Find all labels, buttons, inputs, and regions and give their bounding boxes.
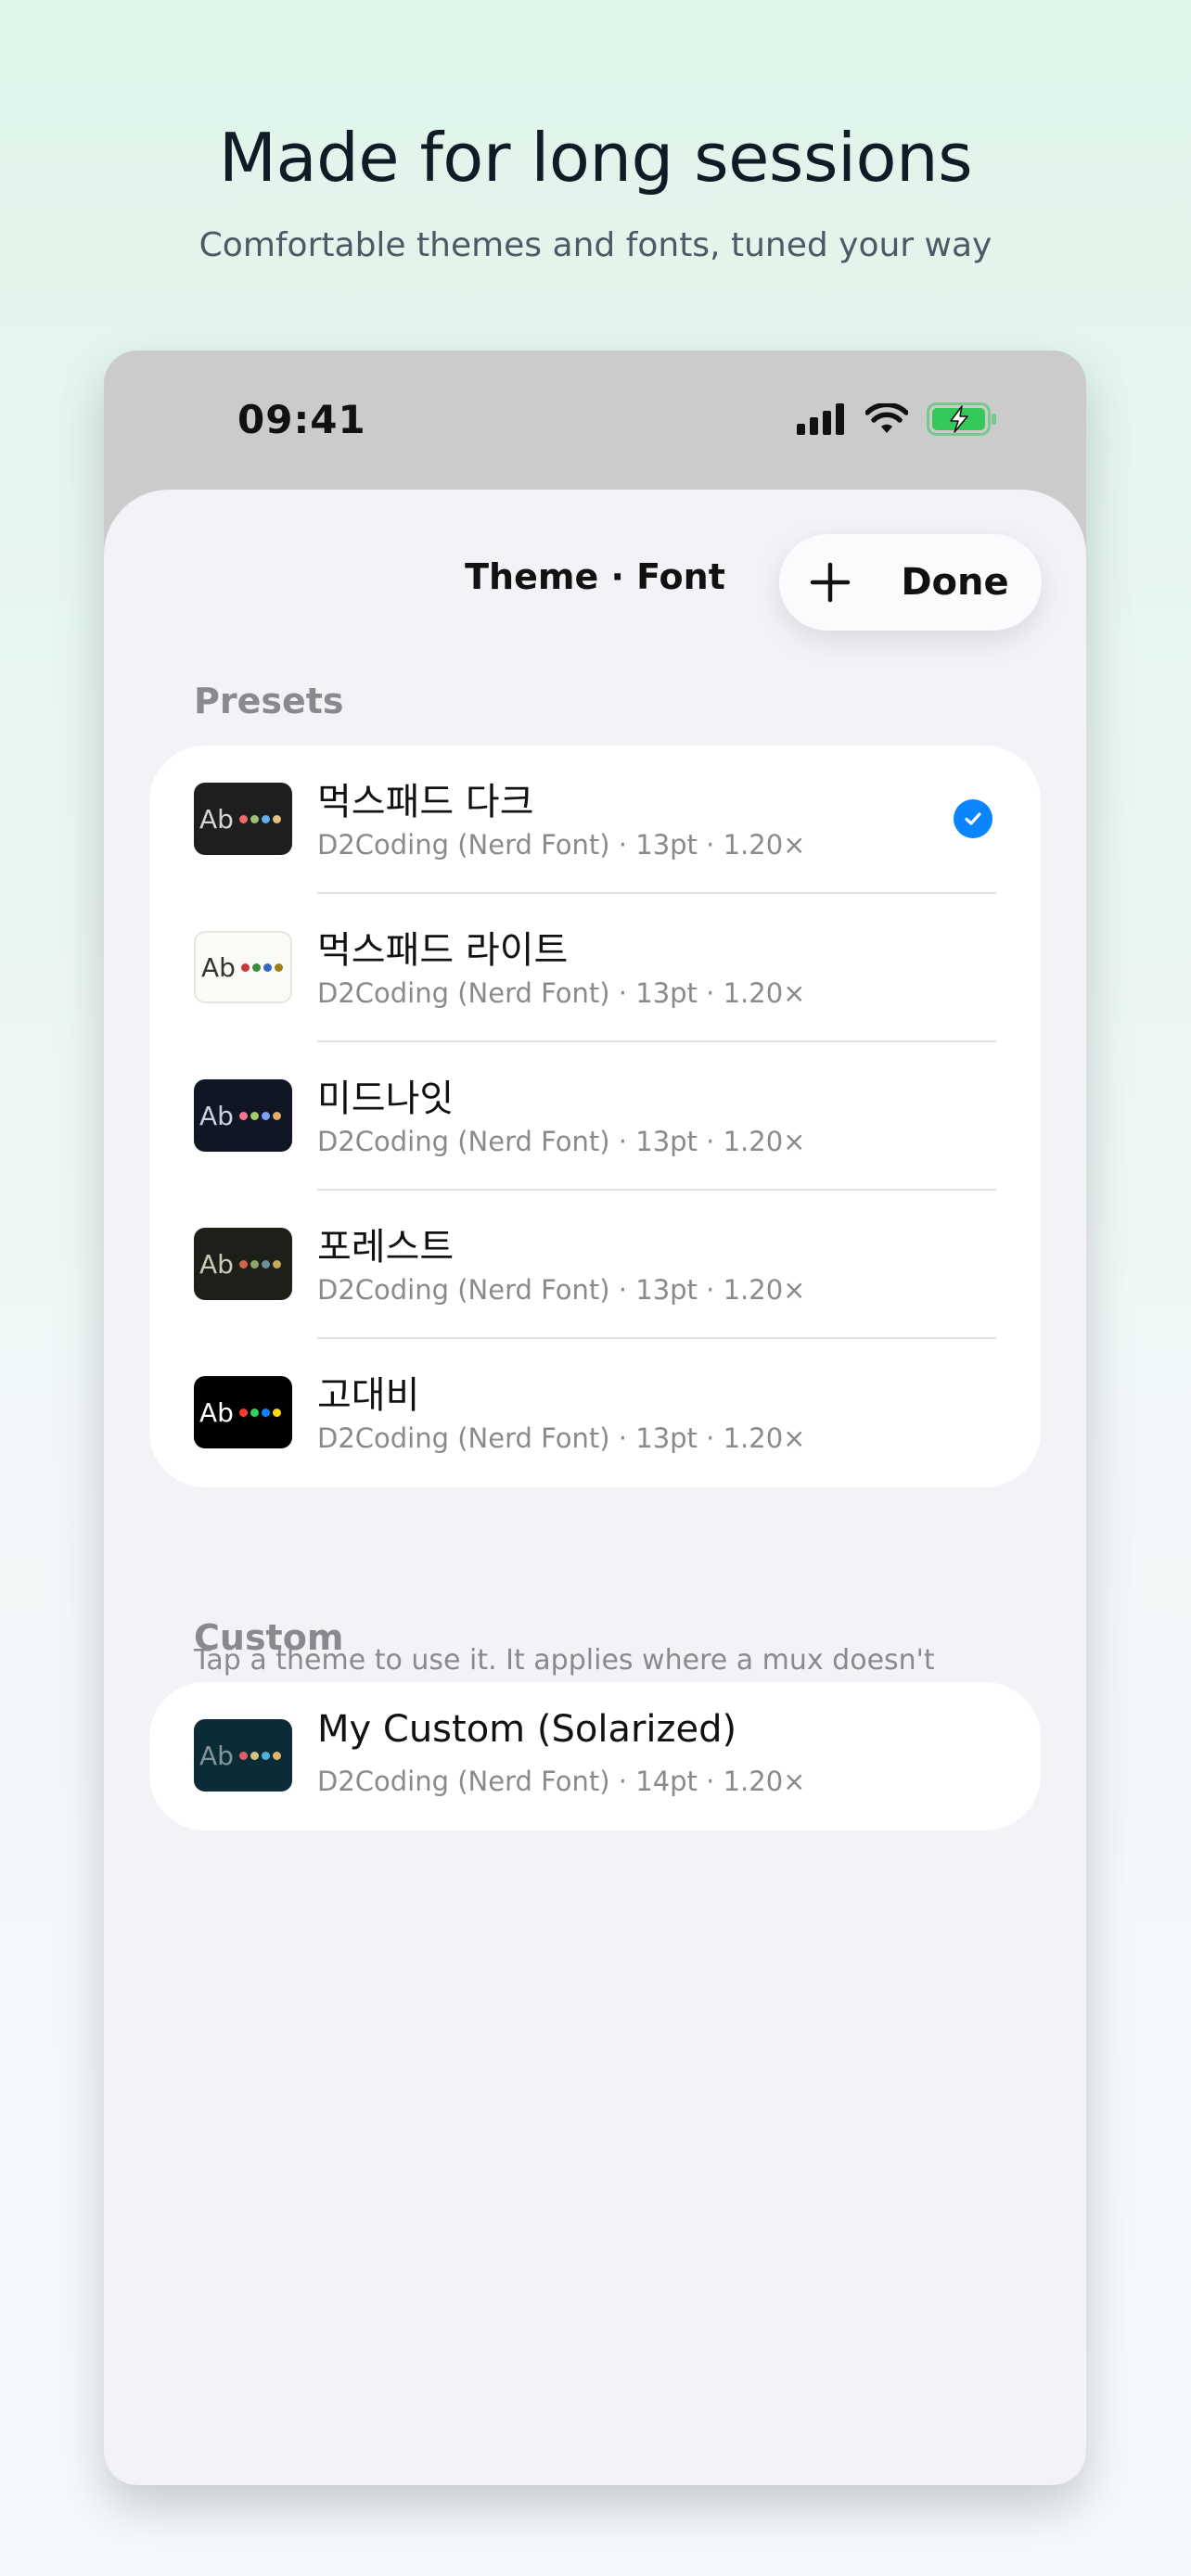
swatch-color-dot bbox=[261, 1751, 270, 1760]
swatch-sample-text: Ab bbox=[199, 1740, 234, 1771]
status-icons bbox=[797, 402, 997, 436]
plus-icon bbox=[810, 562, 851, 603]
swatch-color-dot bbox=[250, 1111, 259, 1120]
selected-checkmark-icon bbox=[954, 799, 992, 838]
add-theme-button[interactable] bbox=[779, 534, 881, 631]
theme-row[interactable]: Ab My Custom (Solarized) D2Coding (Nerd Fo… bbox=[149, 1682, 1041, 1830]
theme-row[interactable]: Ab 포레스트 D2Coding (Nerd Font) · 13pt · 1.20… bbox=[149, 1191, 1041, 1339]
custom-header: Custom bbox=[194, 1617, 344, 1658]
theme-name: 고대비 bbox=[317, 1374, 420, 1417]
swatch-color-dot bbox=[250, 814, 259, 823]
swatch-color-dot bbox=[274, 963, 283, 972]
swatch-sample-text: Ab bbox=[199, 803, 234, 835]
hero-title: Made for long sessions bbox=[218, 119, 973, 197]
theme-font-sheet: Theme · Font Done Presets Ab 먹스패드 다크 D2Cod… bbox=[104, 490, 1086, 2485]
theme-swatch: Ab bbox=[194, 931, 292, 1003]
theme-swatch: Ab bbox=[194, 1376, 292, 1448]
swatch-color-dot bbox=[261, 1111, 270, 1120]
swatch-sample-text: Ab bbox=[199, 1248, 234, 1280]
swatch-color-dot bbox=[261, 1259, 270, 1269]
theme-name: 포레스트 bbox=[317, 1226, 455, 1269]
theme-detail: D2Coding (Nerd Font) · 13pt · 1.20× bbox=[317, 1422, 806, 1454]
theme-detail: D2Coding (Nerd Font) · 13pt · 1.20× bbox=[317, 1274, 806, 1306]
theme-detail: D2Coding (Nerd Font) · 13pt · 1.20× bbox=[317, 1126, 806, 1157]
swatch-sample-text: Ab bbox=[199, 1396, 234, 1428]
swatch-color-dot bbox=[251, 963, 261, 972]
signal-bars-icon bbox=[797, 403, 844, 435]
swatch-color-dot bbox=[240, 963, 250, 972]
theme-row[interactable]: Ab 미드나잇 D2Coding (Nerd Font) · 13pt · 1.20… bbox=[149, 1042, 1041, 1191]
theme-row[interactable]: Ab 먹스패드 라이트 D2Coding (Nerd Font) · 13pt · … bbox=[149, 894, 1041, 1042]
swatch-color-dot bbox=[272, 1408, 281, 1417]
swatch-sample-text: Ab bbox=[199, 1100, 234, 1131]
theme-swatch: Ab bbox=[194, 1228, 292, 1300]
swatch-color-dot bbox=[238, 1408, 248, 1417]
presets-header: Presets bbox=[194, 681, 344, 721]
theme-name: My Custom (Solarized) bbox=[317, 1708, 737, 1751]
swatch-color-dot bbox=[238, 1259, 248, 1269]
done-button[interactable]: Done bbox=[881, 561, 1042, 604]
swatch-color-dot bbox=[272, 1751, 281, 1760]
theme-name: 먹스패드 라이트 bbox=[317, 929, 569, 972]
swatch-color-dot bbox=[261, 1408, 270, 1417]
theme-row[interactable]: Ab 먹스패드 다크 D2Coding (Nerd Font) · 13pt · 1… bbox=[149, 746, 1041, 894]
theme-detail: D2Coding (Nerd Font) · 13pt · 1.20× bbox=[317, 977, 806, 1009]
theme-swatch: Ab bbox=[194, 1079, 292, 1152]
theme-row[interactable]: Ab 고대비 D2Coding (Nerd Font) · 13pt · 1.20× bbox=[149, 1339, 1041, 1487]
theme-swatch: Ab bbox=[194, 1719, 292, 1792]
presets-list: Ab 먹스패드 다크 D2Coding (Nerd Font) · 13pt · 1… bbox=[149, 746, 1041, 1487]
swatch-color-dot bbox=[250, 1259, 259, 1269]
theme-detail: D2Coding (Nerd Font) · 14pt · 1.20× bbox=[317, 1766, 806, 1797]
theme-detail: D2Coding (Nerd Font) · 13pt · 1.20× bbox=[317, 829, 806, 861]
sheet-actions: Done bbox=[779, 534, 1042, 631]
swatch-color-dot bbox=[238, 814, 248, 823]
status-time: 09:41 bbox=[237, 397, 366, 442]
theme-name: 미드나잇 bbox=[317, 1078, 455, 1120]
swatch-color-dot bbox=[272, 1259, 281, 1269]
swatch-color-dot bbox=[272, 814, 281, 823]
swatch-color-dot bbox=[250, 1408, 259, 1417]
swatch-color-dot bbox=[272, 1111, 281, 1120]
phone-frame: 09:41 Theme · Font Done Presets Ab 먹스패드 … bbox=[104, 351, 1086, 2485]
swatch-color-dot bbox=[250, 1751, 259, 1760]
swatch-color-dot bbox=[263, 963, 272, 972]
swatch-sample-text: Ab bbox=[201, 951, 236, 983]
battery-charging-icon bbox=[927, 402, 996, 436]
swatch-color-dot bbox=[238, 1111, 248, 1120]
swatch-color-dot bbox=[238, 1751, 248, 1760]
hero-subtitle: Comfortable themes and fonts, tuned your… bbox=[198, 226, 992, 264]
theme-name: 먹스패드 다크 bbox=[317, 781, 534, 823]
wifi-icon bbox=[865, 403, 908, 433]
theme-swatch: Ab bbox=[194, 783, 292, 855]
swatch-color-dot bbox=[261, 814, 270, 823]
custom-list: Ab My Custom (Solarized) D2Coding (Nerd Fo… bbox=[149, 1682, 1041, 1830]
